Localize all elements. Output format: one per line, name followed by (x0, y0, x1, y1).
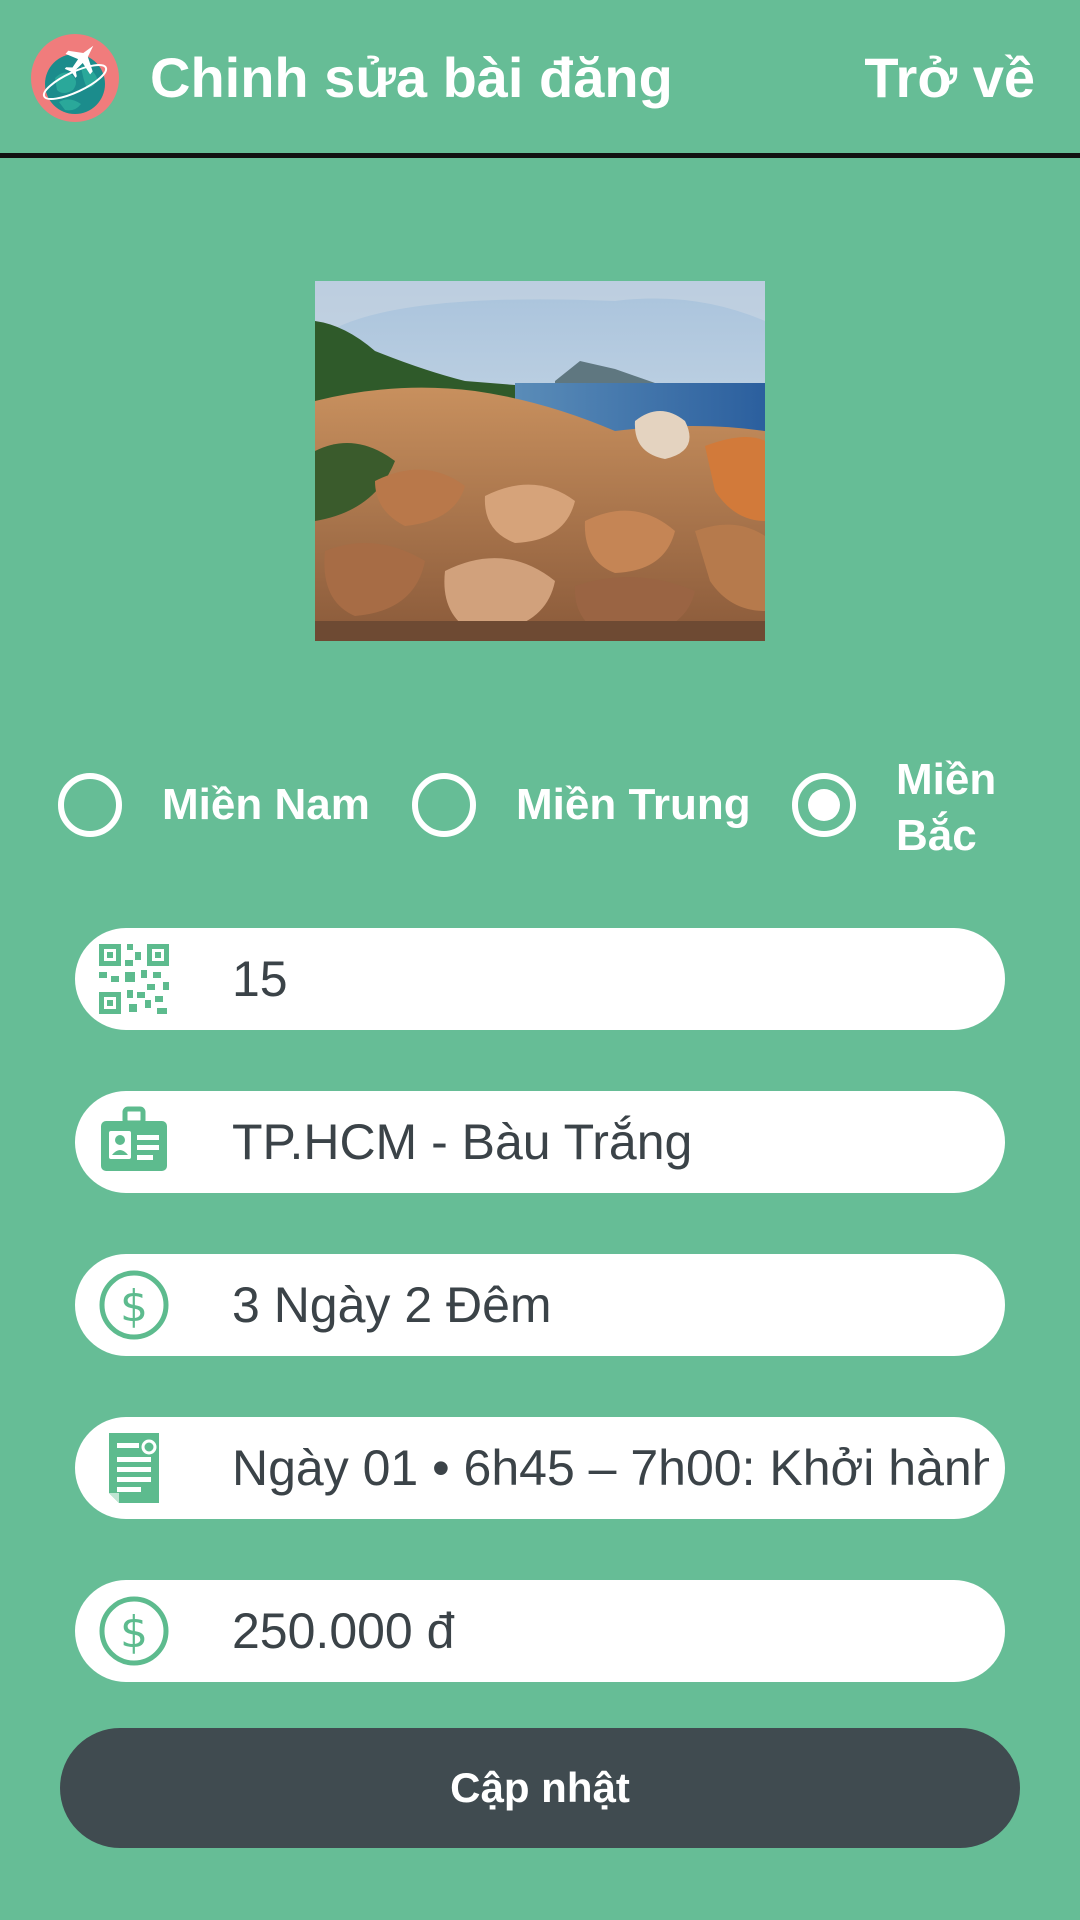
update-button[interactable]: Cập nhật (60, 1728, 1020, 1848)
post-photo[interactable] (315, 281, 765, 641)
document-icon (109, 1433, 159, 1503)
radio-label-mien-nam: Miền Nam (162, 780, 370, 829)
post-id-value[interactable]: 15 (232, 928, 989, 1030)
price-field[interactable]: $ 250.000 đ (75, 1580, 1005, 1682)
region-radio-group: Miền Nam Miền Trung Miền Bắc (0, 750, 1080, 870)
location-field[interactable]: TP.HCM - Bàu Trắng (75, 1091, 1005, 1193)
radio-label-mien-bac: Miền Bắc (896, 755, 997, 860)
page-title: Chinh sửa bài đăng (150, 46, 673, 109)
dollar-icon: $ (99, 1270, 169, 1340)
radio-label-mien-trung: Miền Trung (516, 780, 751, 829)
location-value[interactable]: TP.HCM - Bàu Trắng (232, 1091, 989, 1193)
id-card-icon (101, 1106, 167, 1171)
post-id-field[interactable]: 15 (75, 928, 1005, 1030)
duration-value[interactable]: 3 Ngày 2 Đêm (232, 1254, 989, 1356)
radio-button[interactable] (58, 773, 122, 837)
radio-mien-trung[interactable]: Miền Trung (412, 750, 772, 870)
travel-globe-logo-icon (31, 34, 119, 122)
price-value[interactable]: 250.000 đ (232, 1580, 989, 1682)
svg-text:$: $ (120, 1607, 148, 1658)
duration-field[interactable]: $ 3 Ngày 2 Đêm (75, 1254, 1005, 1356)
back-link[interactable]: Trở về (864, 40, 1035, 116)
itinerary-value[interactable]: Ngày 01 • 6h45 – 7h00: Khởi hành (232, 1417, 989, 1519)
dollar-icon: $ (99, 1596, 169, 1666)
radio-mien-bac[interactable]: Miền Bắc (792, 750, 1032, 870)
radio-mien-nam[interactable]: Miền Nam (58, 750, 388, 870)
svg-text:$: $ (120, 1281, 148, 1332)
radio-button[interactable] (412, 773, 476, 837)
app-header: Chinh sửa bài đăng Trở về (0, 0, 1080, 158)
coastal-rocks-image (315, 281, 765, 641)
qr-code-icon (99, 944, 169, 1014)
radio-button-selected[interactable] (792, 773, 856, 837)
itinerary-field[interactable]: Ngày 01 • 6h45 – 7h00: Khởi hành (75, 1417, 1005, 1519)
